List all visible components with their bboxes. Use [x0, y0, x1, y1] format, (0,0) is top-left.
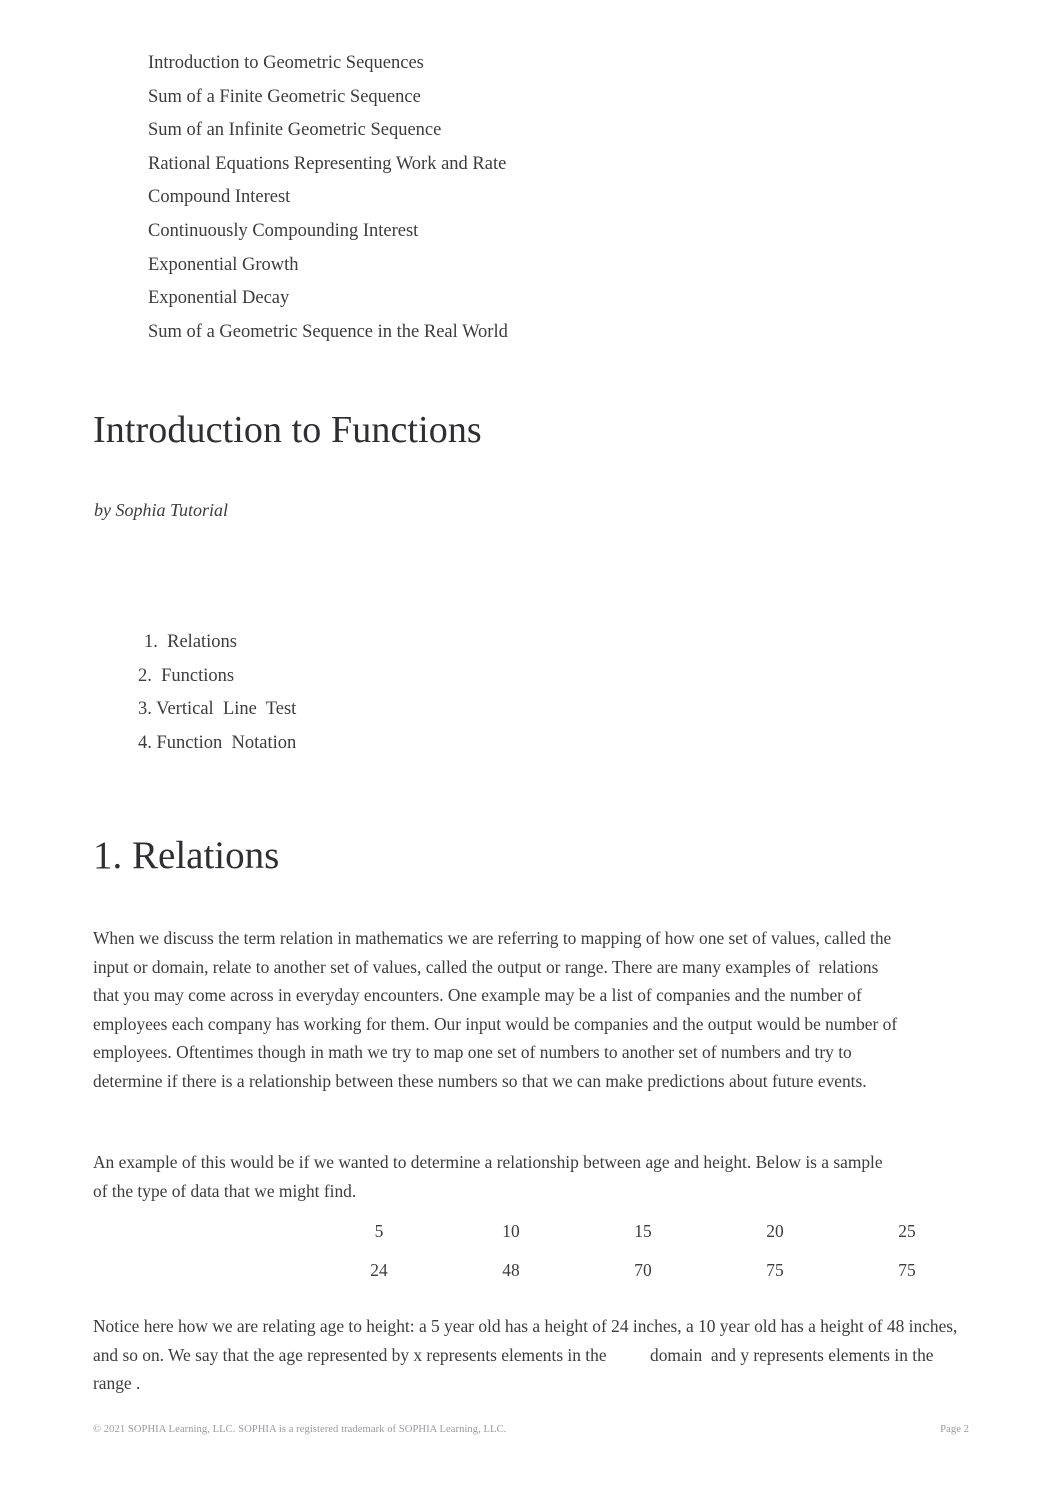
table-cell: 15: [634, 1221, 652, 1241]
list-item: Compound Interest: [148, 187, 291, 208]
continuation-list: Introduction to Geometric Sequences Sum …: [148, 47, 908, 349]
outline-item-relations: 1. Relations: [144, 632, 238, 652]
document-page: Introduction to Geometric Sequences Sum …: [0, 0, 1062, 1506]
row-label: [93, 1212, 313, 1251]
paragraph-example-intro: An example of this would be if we wanted…: [93, 1152, 887, 1201]
table-cell: 20: [766, 1221, 784, 1241]
list-item: Sum of an Infinite Geometric Sequence: [148, 120, 442, 141]
list-item: Exponential Decay: [148, 288, 290, 309]
page-footer: © 2021 SOPHIA Learning, LLC. SOPHIA is a…: [93, 1424, 969, 1435]
row-label: [93, 1251, 313, 1290]
list-item: Sum of a Finite Geometric Sequence: [148, 86, 421, 107]
list-item: Continuously Compounding Interest: [148, 220, 419, 241]
page-title: Introduction to Functions: [93, 409, 482, 451]
table-row: 24 48 70 75 75: [93, 1251, 973, 1290]
table-cell: 70: [634, 1260, 652, 1280]
list-item: Sum of a Geometric Sequence in the Real …: [148, 321, 508, 342]
age-height-data-table: 5 10 15 20 25 24 48 70 75 75: [93, 1212, 973, 1290]
list-item: Rational Equations Representing Work and…: [148, 153, 507, 174]
paragraph-domain-range-note: Notice here how we are relating age to h…: [93, 1316, 962, 1394]
outline-item-functions: 2. Functions: [138, 665, 235, 686]
section-heading: 1. Relations: [93, 834, 280, 877]
table-cell: 48: [502, 1260, 520, 1280]
table-cell: 25: [898, 1221, 916, 1241]
list-item: Exponential Growth: [148, 254, 299, 275]
list-item: Introduction to Geometric Sequences: [148, 53, 424, 73]
paragraph-relations-definition: When we discuss the term relation in mat…: [93, 928, 902, 1091]
section-outline: 1. Relations 2. Functions 3. Vertical Li…: [130, 626, 730, 760]
table-row: 5 10 15 20 25: [93, 1212, 973, 1251]
table-cell: 5: [374, 1221, 384, 1241]
table-cell: 10: [502, 1221, 520, 1241]
outline-item-function-notation: 4. Function Notation: [138, 732, 297, 753]
table-cell: 75: [898, 1260, 916, 1280]
table-cell: 24: [370, 1260, 388, 1280]
outline-item-vertical-line-test: 3. Vertical Line Test: [138, 699, 297, 720]
footer-page-number: Page 2: [940, 1424, 969, 1435]
footer-copyright: © 2021 SOPHIA Learning, LLC. SOPHIA is a…: [93, 1424, 507, 1435]
byline: by Sophia Tutorial: [94, 500, 229, 520]
table-cell: 75: [766, 1260, 784, 1280]
